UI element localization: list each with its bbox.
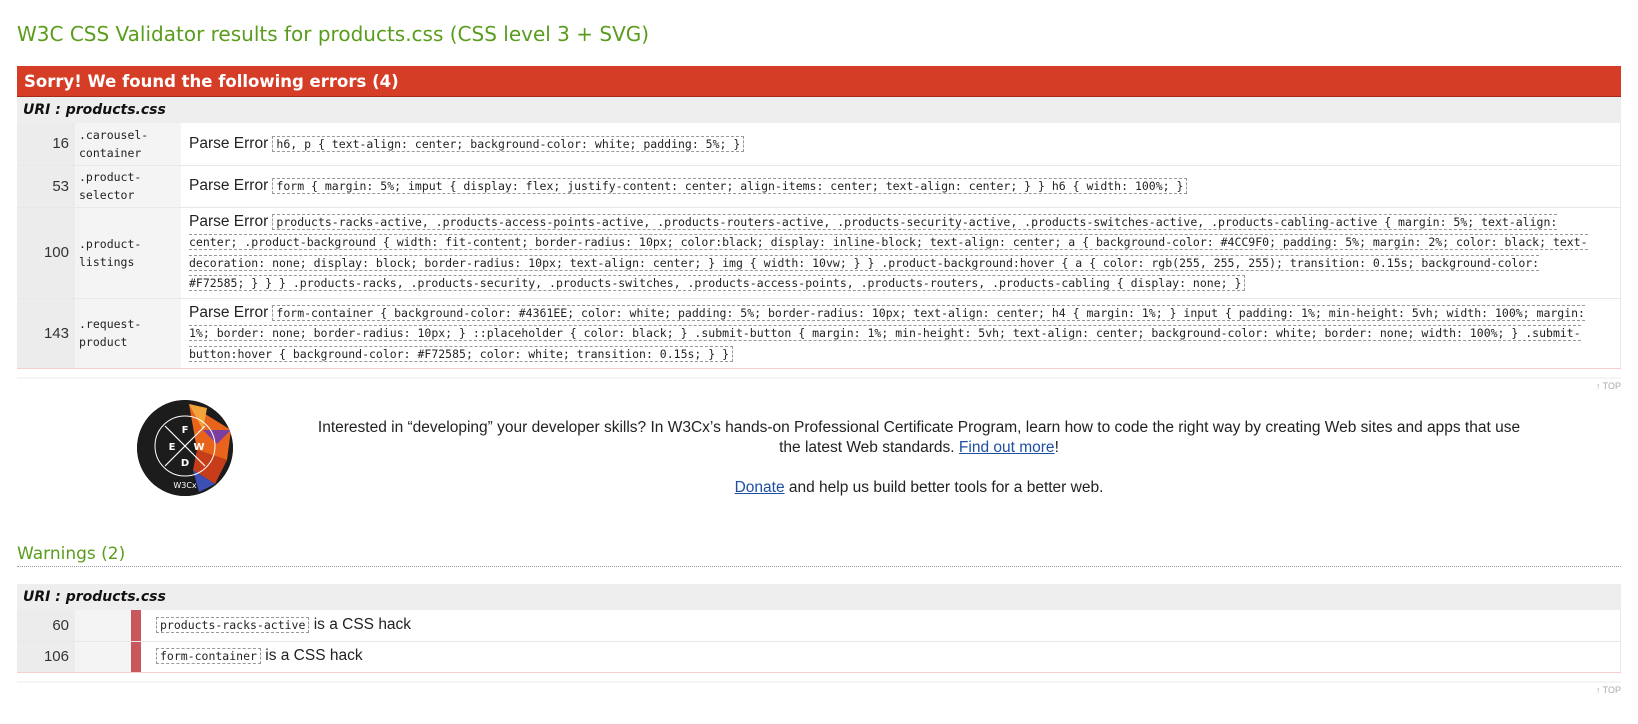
top-link[interactable]: ↑ TOP xyxy=(17,377,1621,391)
error-context-line-1: .request- xyxy=(79,317,142,332)
top-link-bottom[interactable]: ↑ TOP xyxy=(17,680,1621,695)
error-context: .product-listings xyxy=(75,207,181,299)
warnings-section: Warnings (2) URI : products.css 60 produ… xyxy=(17,541,1621,695)
error-context-line-1: .carousel- xyxy=(79,127,149,142)
warning-row: 106 form-container is a CSS hack xyxy=(17,641,1621,673)
warning-message: products-racks-active is a CSS hack xyxy=(141,610,1621,642)
promo-text-body: Interested in “developing” your develope… xyxy=(317,419,1521,456)
find-out-more-link[interactable]: Find out more xyxy=(959,439,1055,456)
error-context-line-2: product xyxy=(79,335,128,350)
warning-text: is a CSS hack xyxy=(309,615,412,633)
promo-section: F E W D W3Cx Interested in “developing” … xyxy=(17,391,1621,541)
warning-line-number: 60 xyxy=(17,610,75,642)
donate-link[interactable]: Donate xyxy=(735,479,785,496)
error-message: Parse Error products-racks-active, .prod… xyxy=(181,207,1621,299)
logo-graphic: F E W D W3Cx xyxy=(137,400,233,496)
warning-snippet: form-container xyxy=(156,647,261,664)
warning-row: 60 products-racks-active is a CSS hack xyxy=(17,610,1621,642)
error-snippet: form-container { background-color: #4361… xyxy=(189,304,1585,362)
error-context-line-1: .product- xyxy=(79,236,142,251)
w3cx-fewd-logo[interactable]: F E W D W3Cx xyxy=(137,400,233,496)
error-row: 16 .carousel-container Parse Error h6, p… xyxy=(17,123,1621,166)
error-message: Parse Error form-container { background-… xyxy=(181,298,1621,369)
promo-text: Interested in “developing” your develope… xyxy=(317,418,1521,498)
error-type: Parse Error xyxy=(189,303,269,321)
logo-letter-e: E xyxy=(169,442,176,453)
error-type: Parse Error xyxy=(189,134,269,152)
warning-message: form-container is a CSS hack xyxy=(141,641,1621,673)
logo-letter-f: F xyxy=(182,425,189,436)
error-row: 143 .request-product Parse Error form-co… xyxy=(17,298,1621,369)
error-context: .carousel-container xyxy=(75,123,181,166)
error-context-line-2: container xyxy=(79,145,142,160)
error-snippet: form { margin: 5%; imput { display: flex… xyxy=(272,177,1188,194)
warning-line-number: 106 xyxy=(17,641,75,673)
promo-text-end: ! xyxy=(1054,439,1059,456)
error-message: Parse Error form { margin: 5%; imput { d… xyxy=(181,165,1621,208)
error-context-line-2: selector xyxy=(79,188,135,202)
error-message: Parse Error h6, p { text-align: center; … xyxy=(181,123,1621,166)
error-context-line-2: listings xyxy=(79,254,135,269)
error-row: 53 .product-selector Parse Error form { … xyxy=(17,165,1621,208)
warning-snippet: products-racks-active xyxy=(156,616,310,633)
error-snippet: h6, p { text-align: center; background-c… xyxy=(272,135,745,152)
error-line-number: 16 xyxy=(17,123,75,166)
error-context: .request-product xyxy=(75,298,181,369)
error-context: .product-selector xyxy=(75,165,181,208)
logo-letter-w: W xyxy=(193,442,204,453)
errors-table: 16 .carousel-container Parse Error h6, p… xyxy=(17,123,1621,369)
logo-letter-d: D xyxy=(181,458,189,469)
errors-section: Sorry! We found the following errors (4)… xyxy=(17,66,1621,391)
warning-text: is a CSS hack xyxy=(260,646,363,664)
page: W3C CSS Validator results for products.c… xyxy=(0,0,1638,695)
page-title: W3C CSS Validator results for products.c… xyxy=(17,22,650,46)
error-row: 100 .product-listings Parse Error produc… xyxy=(17,207,1621,299)
warning-level-bar xyxy=(131,641,141,673)
error-context-line-1: .product- xyxy=(79,170,142,184)
error-line-number: 100 xyxy=(17,207,75,299)
error-line-number: 53 xyxy=(17,165,75,208)
error-type: Parse Error xyxy=(189,212,269,230)
error-type: Parse Error xyxy=(189,176,269,194)
warnings-heading: Warnings (2) xyxy=(17,541,1621,567)
top-link-label[interactable]: ↑ TOP xyxy=(1596,381,1621,391)
warnings-table: 60 products-racks-active is a CSS hack 1… xyxy=(17,610,1621,673)
warning-context xyxy=(75,641,131,673)
error-line-number: 143 xyxy=(17,298,75,369)
warning-context xyxy=(75,610,131,642)
logo-brand: W3Cx xyxy=(173,481,197,490)
warning-level-bar xyxy=(131,610,141,642)
donate-text: and help us build better tools for a bet… xyxy=(784,479,1104,496)
top-link-bottom-label[interactable]: ↑ TOP xyxy=(1596,685,1621,695)
warnings-uri: URI : products.css xyxy=(17,584,1621,610)
errors-heading: Sorry! We found the following errors (4) xyxy=(17,66,1621,97)
errors-uri: URI : products.css xyxy=(17,97,1621,123)
error-snippet: products-racks-active, .products-access-… xyxy=(189,213,1588,291)
